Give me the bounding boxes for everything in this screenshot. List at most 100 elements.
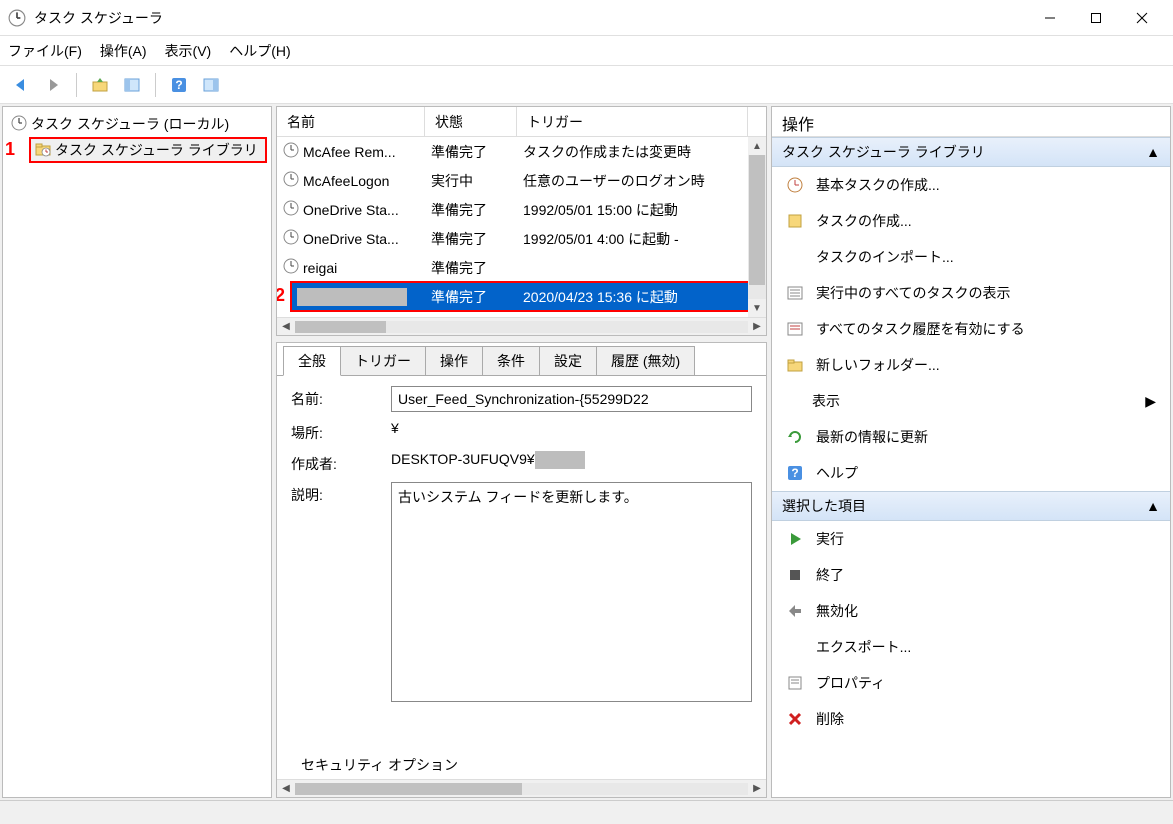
show-hide-actions-button[interactable] — [198, 72, 224, 98]
menu-help[interactable]: ヘルプ(H) — [229, 41, 290, 61]
task-trigger: 2020/04/23 15:36 に起動 — [517, 287, 766, 307]
help-button[interactable]: ? — [166, 72, 192, 98]
clock-icon — [11, 115, 27, 134]
vertical-scrollbar[interactable]: ▲ ▼ — [748, 137, 766, 317]
scroll-down-icon[interactable]: ▼ — [748, 299, 766, 317]
basic-task-icon — [786, 176, 804, 194]
task-list-header: 名前 状態 トリガー — [277, 107, 766, 137]
group-title: タスク スケジューラ ライブラリ — [782, 142, 985, 162]
horizontal-scrollbar[interactable]: ◀ ▶ — [277, 779, 766, 797]
action-label: 基本タスクの作成... — [816, 175, 940, 195]
action-label: タスクの作成... — [816, 211, 912, 231]
nav-back-button[interactable] — [8, 72, 34, 98]
action-disable[interactable]: 無効化 — [772, 593, 1170, 629]
actions-group-selected[interactable]: 選択した項目 ▲ — [772, 491, 1170, 521]
clock-icon — [283, 200, 299, 219]
task-row[interactable]: reigai 準備完了 — [277, 253, 766, 282]
task-trigger: 1992/05/01 15:00 に起動 — [517, 200, 766, 220]
action-create-task[interactable]: タスクの作成... — [772, 203, 1170, 239]
minimize-button[interactable] — [1027, 3, 1073, 33]
annotation-2: 2 — [277, 285, 285, 306]
action-refresh[interactable]: 最新の情報に更新 — [772, 419, 1170, 455]
list-icon — [786, 284, 804, 302]
tab-history[interactable]: 履歴 (無効) — [596, 346, 695, 375]
label-location: 場所: — [291, 420, 391, 443]
action-label: タスクのインポート... — [816, 247, 954, 267]
action-help[interactable]: ?ヘルプ — [772, 455, 1170, 491]
window-controls — [1027, 3, 1165, 33]
action-view-submenu[interactable]: 表示▶ — [772, 383, 1170, 419]
action-label: 実行 — [816, 529, 844, 549]
collapse-icon: ▲ — [1146, 144, 1160, 160]
col-header-trigger[interactable]: トリガー — [517, 107, 748, 136]
label-description: 説明: — [291, 482, 391, 505]
task-row[interactable]: McAfeeLogon 実行中 任意のユーザーのログオン時 — [277, 166, 766, 195]
action-export[interactable]: エクスポート... — [772, 629, 1170, 665]
clock-icon — [283, 171, 299, 190]
tree-root[interactable]: タスク スケジューラ (ローカル) — [7, 111, 267, 137]
menu-view[interactable]: 表示(V) — [165, 41, 212, 61]
scroll-left-icon[interactable]: ◀ — [277, 781, 295, 797]
scroll-left-icon[interactable]: ◀ — [277, 319, 295, 335]
task-state: 準備完了 — [425, 287, 517, 307]
group-title: 選択した項目 — [782, 496, 866, 516]
action-properties[interactable]: プロパティ — [772, 665, 1170, 701]
task-row-selected[interactable]: 準備完了 2020/04/23 15:36 に起動 — [291, 282, 766, 311]
col-header-name[interactable]: 名前 — [277, 107, 425, 136]
task-name: OneDrive Sta... — [303, 231, 399, 247]
action-enable-history[interactable]: すべてのタスク履歴を有効にする — [772, 311, 1170, 347]
scroll-right-icon[interactable]: ▶ — [748, 781, 766, 797]
tab-settings[interactable]: 設定 — [539, 346, 597, 375]
tab-actions[interactable]: 操作 — [425, 346, 483, 375]
toolbar-separator — [155, 73, 156, 97]
label-name: 名前: — [291, 386, 391, 409]
play-icon — [786, 530, 804, 548]
scroll-right-icon[interactable]: ▶ — [748, 319, 766, 335]
task-row[interactable]: OneDrive Sta... 準備完了 1992/05/01 15:00 に起… — [277, 195, 766, 224]
action-label: すべてのタスク履歴を有効にする — [816, 319, 1025, 339]
textarea-description[interactable] — [391, 482, 752, 702]
up-level-button[interactable] — [87, 72, 113, 98]
tab-conditions[interactable]: 条件 — [482, 346, 540, 375]
task-state: 実行中 — [425, 171, 517, 191]
close-button[interactable] — [1119, 3, 1165, 33]
action-label: 無効化 — [816, 601, 858, 621]
scroll-up-icon[interactable]: ▲ — [748, 137, 766, 155]
action-delete[interactable]: 削除 — [772, 701, 1170, 737]
clock-icon — [283, 229, 299, 248]
action-label: プロパティ — [816, 673, 885, 693]
task-row[interactable]: OneDrive Sta... 準備完了 1992/05/01 4:00 に起動… — [277, 224, 766, 253]
task-state: 準備完了 — [425, 229, 517, 249]
tab-general[interactable]: 全般 — [283, 346, 341, 376]
actions-group-library[interactable]: タスク スケジューラ ライブラリ ▲ — [772, 137, 1170, 167]
horizontal-scrollbar[interactable]: ◀ ▶ — [277, 317, 766, 335]
collapse-icon: ▲ — [1146, 498, 1160, 514]
window-title: タスク スケジューラ — [34, 8, 1027, 28]
action-import-task[interactable]: タスクのインポート... — [772, 239, 1170, 275]
task-name: McAfee Rem... — [303, 144, 396, 160]
show-hide-tree-button[interactable] — [119, 72, 145, 98]
menu-file[interactable]: ファイル(F) — [8, 41, 82, 61]
nav-forward-button[interactable] — [40, 72, 66, 98]
menu-action[interactable]: 操作(A) — [100, 41, 147, 61]
properties-icon — [786, 674, 804, 692]
tab-triggers[interactable]: トリガー — [340, 346, 426, 375]
tab-bar: 全般 トリガー 操作 条件 設定 履歴 (無効) — [277, 343, 766, 375]
action-show-running[interactable]: 実行中のすべてのタスクの表示 — [772, 275, 1170, 311]
task-row[interactable]: McAfee Rem... 準備完了 タスクの作成または変更時 — [277, 137, 766, 166]
blank-icon — [786, 638, 804, 656]
action-label: 最新の情報に更新 — [816, 427, 928, 447]
tree-library[interactable]: タスク スケジューラ ライブラリ — [29, 137, 267, 163]
action-run[interactable]: 実行 — [772, 521, 1170, 557]
toolbar-separator — [76, 73, 77, 97]
clock-icon — [283, 142, 299, 161]
col-header-state[interactable]: 状態 — [425, 107, 517, 136]
disable-icon — [786, 602, 804, 620]
toolbar: ? — [0, 66, 1173, 104]
action-new-folder[interactable]: 新しいフォルダー... — [772, 347, 1170, 383]
input-name[interactable] — [391, 386, 752, 412]
maximize-button[interactable] — [1073, 3, 1119, 33]
action-end[interactable]: 終了 — [772, 557, 1170, 593]
action-create-basic-task[interactable]: 基本タスクの作成... — [772, 167, 1170, 203]
action-label: 実行中のすべてのタスクの表示 — [816, 283, 1010, 303]
